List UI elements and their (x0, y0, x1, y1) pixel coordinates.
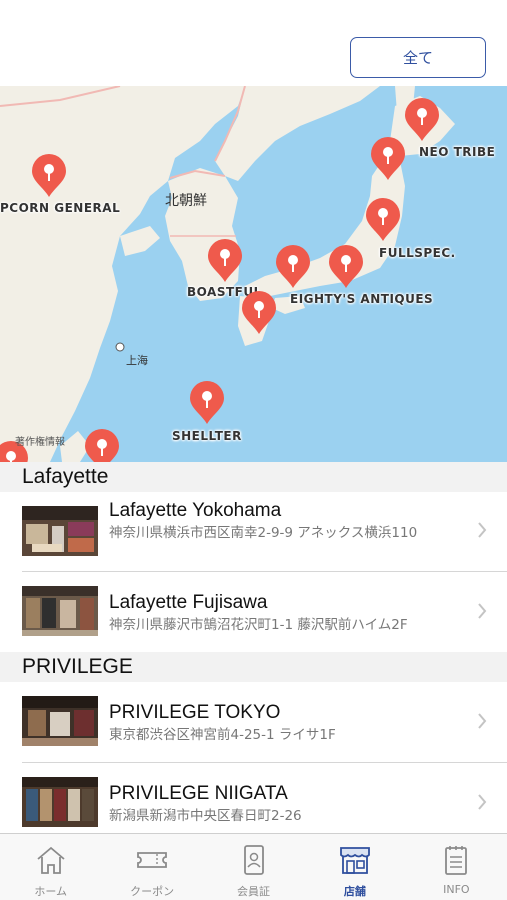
chevron-right-icon (478, 522, 487, 538)
tab-bar: ホーム クーポン 会員証 店舗 INFO (0, 833, 507, 900)
store-address: 神奈川県藤沢市鵠沼花沢町1-1 藤沢駅前ハイム2F (109, 617, 408, 633)
store-name: PRIVILEGE NIIGATA (109, 783, 288, 804)
pin-label-eightys-antiques: EIGHTY'S ANTIQUES (290, 292, 434, 306)
store-thumbnail (22, 696, 98, 746)
map-pin-shellter[interactable] (188, 380, 226, 426)
ticket-icon (137, 852, 168, 868)
map-pin-boastful[interactable] (206, 238, 244, 284)
store-icon (340, 847, 370, 874)
map-pin-kyushu[interactable] (240, 290, 278, 336)
tab-coupon[interactable]: クーポン (101, 834, 202, 900)
tab-home[interactable]: ホーム (0, 834, 101, 900)
store-name: PRIVILEGE TOKYO (109, 702, 281, 723)
store-thumbnail (22, 586, 98, 636)
store-row-privilege-tokyo[interactable]: PRIVILEGE TOKYO 東京都渋谷区神宮前4-25-1 ライサ1F (0, 682, 507, 772)
tab-info[interactable]: INFO (406, 834, 507, 900)
tab-label: INFO (443, 883, 470, 896)
map-legal-link[interactable]: 著作権情報 (15, 433, 65, 448)
map-pin-northern-honshu[interactable] (369, 136, 407, 182)
map-pin-eightys-antiques[interactable] (327, 244, 365, 290)
store-row-privilege-niigata[interactable]: PRIVILEGE NIIGATA 新潟県新潟市中央区春日町2-26 (0, 763, 507, 833)
map-pin-neo-tribe[interactable] (403, 97, 441, 143)
store-thumbnail (22, 506, 98, 556)
tab-label: 店舗 (343, 885, 366, 898)
tab-store[interactable]: 店舗 (304, 834, 405, 900)
section-title: Lafayette (22, 465, 109, 488)
tab-label: クーポン (130, 885, 175, 898)
member-card-icon (243, 845, 264, 875)
store-thumbnail (22, 777, 98, 827)
store-name: Lafayette Yokohama (109, 500, 282, 521)
top-bar: 全て (0, 0, 507, 86)
store-row-lafayette-fujisawa[interactable]: Lafayette Fujisawa 神奈川県藤沢市鵠沼花沢町1-1 藤沢駅前ハ… (0, 572, 507, 662)
store-name: Lafayette Fujisawa (109, 592, 268, 613)
map-pin-kanto[interactable] (274, 244, 312, 290)
section-title: PRIVILEGE (22, 655, 133, 678)
store-address: 神奈川県横浜市西区南幸2-9-9 アネックス横浜110 (109, 525, 418, 541)
pin-label-fullspec: FULLSPEC. (379, 246, 456, 260)
tab-label: ホーム (34, 885, 68, 898)
section-header-privilege: PRIVILEGE (0, 652, 507, 682)
chevron-right-icon (478, 603, 487, 619)
shanghai-label: 上海 (126, 354, 148, 367)
store-map[interactable]: 北朝鮮 上海 PCORN GENERAL NEO TRIBE FULLSPEC.… (0, 86, 507, 462)
info-icon (445, 846, 468, 875)
map-pin-taiwan[interactable] (83, 428, 121, 462)
show-all-button[interactable]: 全て (350, 37, 486, 78)
north-korea-label: 北朝鮮 (165, 193, 207, 209)
store-address: 東京都渋谷区神宮前4-25-1 ライサ1F (109, 727, 336, 743)
pin-label-neo-tribe: NEO TRIBE (419, 145, 496, 159)
map-pin-popcorn[interactable] (30, 153, 68, 199)
pin-label-popcorn: PCORN GENERAL (0, 201, 121, 215)
tab-member-card[interactable]: 会員証 (203, 834, 304, 900)
store-row-lafayette-yokohama[interactable]: Lafayette Yokohama 神奈川県横浜市西区南幸2-9-9 アネック… (0, 492, 507, 582)
home-icon (37, 846, 65, 874)
chevron-right-icon (478, 713, 487, 729)
tab-label: 会員証 (237, 885, 271, 898)
store-address: 新潟県新潟市中央区春日町2-26 (109, 808, 302, 824)
map-pin-fullspec[interactable] (364, 197, 402, 243)
chevron-right-icon (478, 794, 487, 810)
section-header-lafayette: Lafayette (0, 462, 507, 492)
pin-label-shellter: SHELLTER (172, 429, 242, 443)
